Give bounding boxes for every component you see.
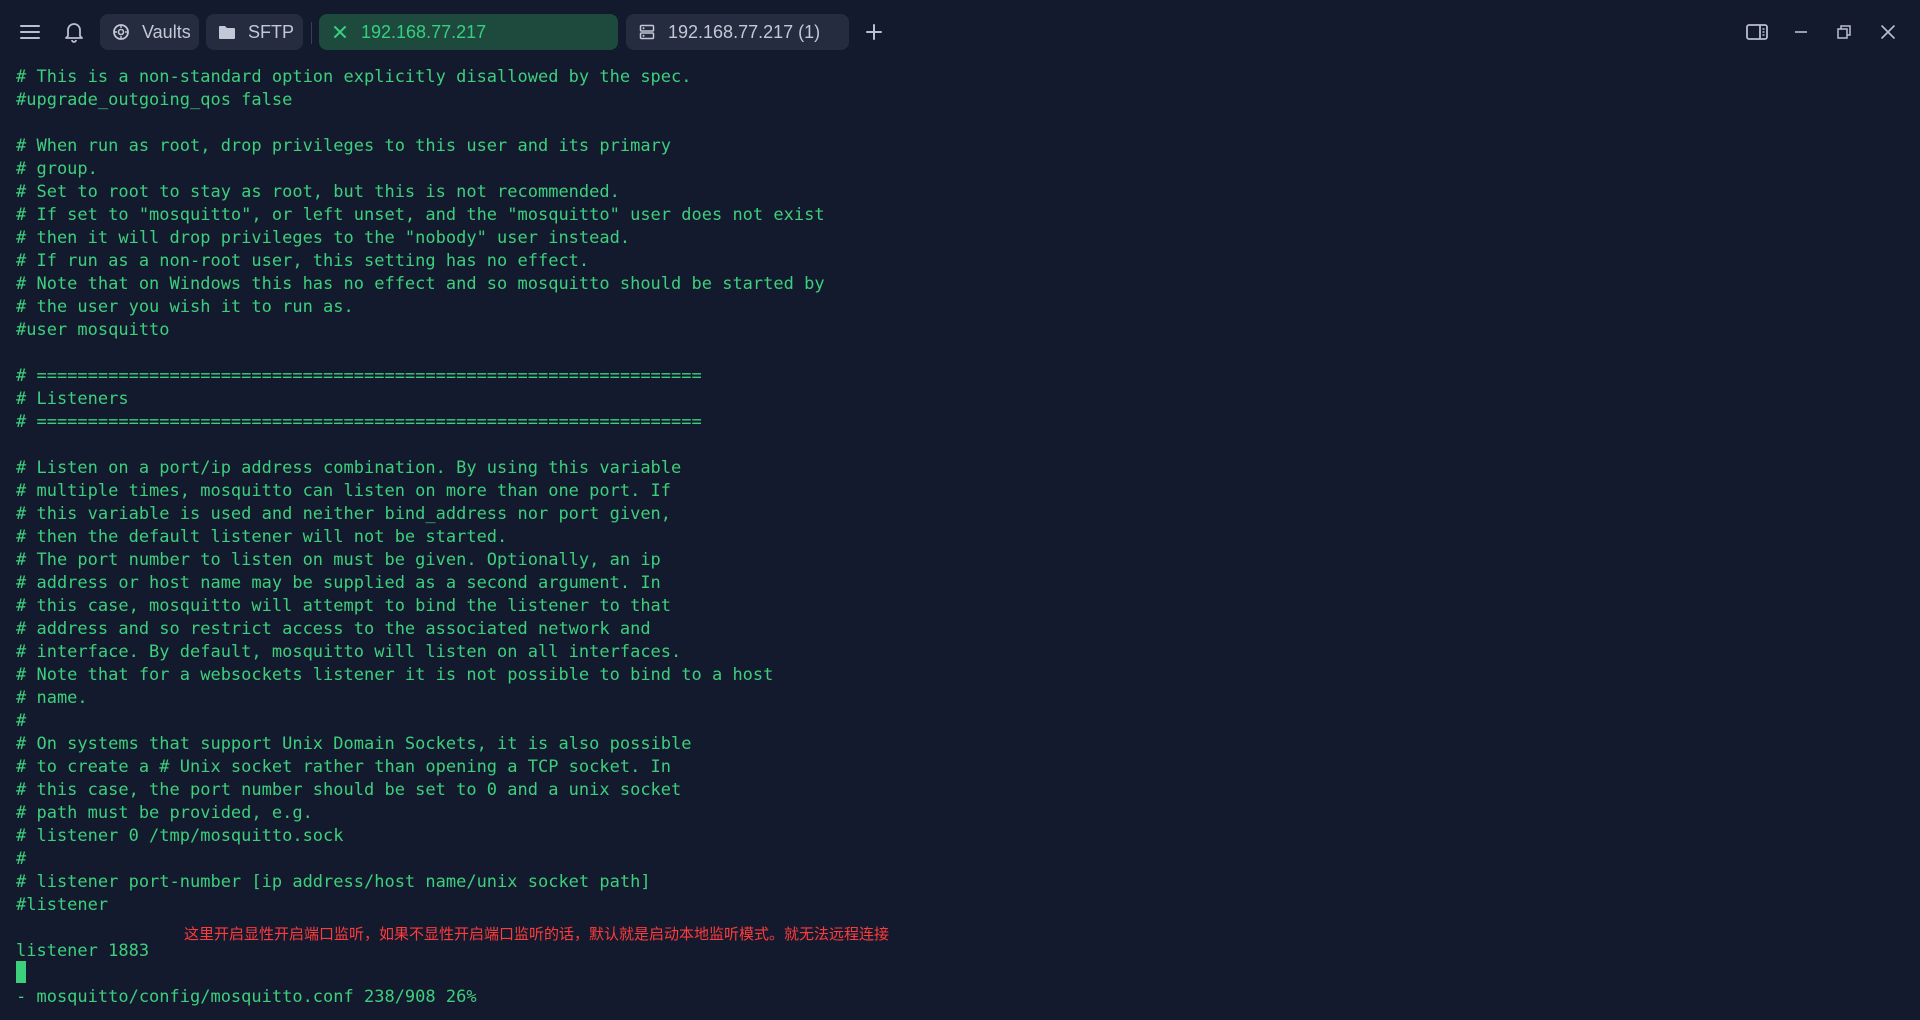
- terminal-line: # address or host name may be supplied a…: [16, 573, 661, 593]
- terminal-line: # the user you wish it to run as.: [16, 297, 354, 317]
- terminal-line: # This is a non-standard option explicit…: [16, 67, 692, 87]
- terminal-line: # path must be provided, e.g.: [16, 803, 313, 823]
- tab-label: 192.168.77.217 (1): [668, 21, 821, 42]
- terminal-line: # listener 0 /tmp/mosquitto.sock: [16, 826, 344, 846]
- bell-icon[interactable]: [56, 14, 92, 50]
- tab-sftp[interactable]: SFTP: [206, 14, 303, 50]
- terminal-line: # to create a # Unix socket rather than …: [16, 757, 672, 777]
- terminal-line: #upgrade_outgoing_qos false: [16, 90, 293, 110]
- terminal-line: # Note that on Windows this has no effec…: [16, 274, 825, 294]
- plus-icon[interactable]: [856, 14, 892, 50]
- terminal-line: #: [16, 711, 27, 731]
- terminal-line: #user mosquitto: [16, 320, 170, 340]
- tab-host-second[interactable]: 192.168.77.217 (1): [626, 14, 849, 50]
- tab-label: 192.168.77.217: [361, 21, 487, 42]
- terminal-line: # then it will drop privileges to the "n…: [16, 228, 631, 248]
- tab-label: SFTP: [248, 21, 295, 42]
- tab-vaults[interactable]: Vaults: [100, 14, 199, 50]
- terminal-output[interactable]: - mosquitto/config/mosquitto.conf 238/90…: [16, 64, 1906, 1014]
- tab-label: Vaults: [142, 21, 191, 42]
- terminal-line: # ======================================…: [16, 412, 702, 432]
- terminal-line: #listener: [16, 895, 109, 915]
- status-line: - mosquitto/config/mosquitto.conf 238/90…: [16, 987, 477, 1007]
- minimize-icon[interactable]: [1783, 14, 1819, 50]
- terminal-line: # multiple times, mosquitto can listen o…: [16, 481, 672, 501]
- tab-host-active[interactable]: 192.168.77.217: [319, 14, 618, 50]
- terminal-line: # name.: [16, 688, 88, 708]
- close-icon[interactable]: [329, 21, 351, 43]
- terminal-line: listener 1883: [16, 941, 150, 961]
- restore-icon[interactable]: [1826, 14, 1862, 50]
- terminal-line: # If set to "mosquitto", or left unset, …: [16, 205, 825, 225]
- terminal-line: # this case, mosquitto will attempt to b…: [16, 596, 672, 616]
- terminal-cursor: [16, 961, 26, 983]
- terminal-line: # then the default listener will not be …: [16, 527, 508, 547]
- terminal-line: # this case, the port number should be s…: [16, 780, 682, 800]
- terminal-line: # The port number to listen on must be g…: [16, 550, 661, 570]
- terminal-line: # address and so restrict access to the …: [16, 619, 651, 639]
- menu-icon[interactable]: [12, 14, 48, 50]
- terminal-line: # interface. By default, mosquitto will …: [16, 642, 682, 662]
- folder-icon: [216, 21, 238, 43]
- terminal-line: #: [16, 849, 27, 869]
- terminal-line: # group.: [16, 159, 98, 179]
- terminal-line: # Note that for a websockets listener it…: [16, 665, 774, 685]
- terminal-line: # When run as root, drop privileges to t…: [16, 136, 672, 156]
- title-bar: Vaults SFTP 192.168.77.217 192.168.77.21…: [0, 0, 1920, 64]
- split-view-icon[interactable]: [1739, 14, 1775, 50]
- terminal-line: # Set to root to stay as root, but this …: [16, 182, 620, 202]
- terminal-line: # If run as a non-root user, this settin…: [16, 251, 590, 271]
- terminal-line: # Listen on a port/ip address combinatio…: [16, 458, 682, 478]
- terminal-line: # Listeners: [16, 389, 129, 409]
- close-window-icon[interactable]: [1870, 14, 1906, 50]
- annotation-note: 这里开启显性开启端口监听，如果不显性开启端口监听的话，默认就是启动本地监听模式。…: [184, 925, 890, 943]
- terminal-line: # listener port-number [ip address/host …: [16, 872, 651, 892]
- server-icon: [636, 21, 658, 43]
- terminal-line: # ======================================…: [16, 366, 702, 386]
- terminal-line: # this variable is used and neither bind…: [16, 504, 672, 524]
- vault-icon: [110, 21, 132, 43]
- terminal-line: # On systems that support Unix Domain So…: [16, 734, 692, 754]
- tab-divider: [311, 22, 312, 44]
